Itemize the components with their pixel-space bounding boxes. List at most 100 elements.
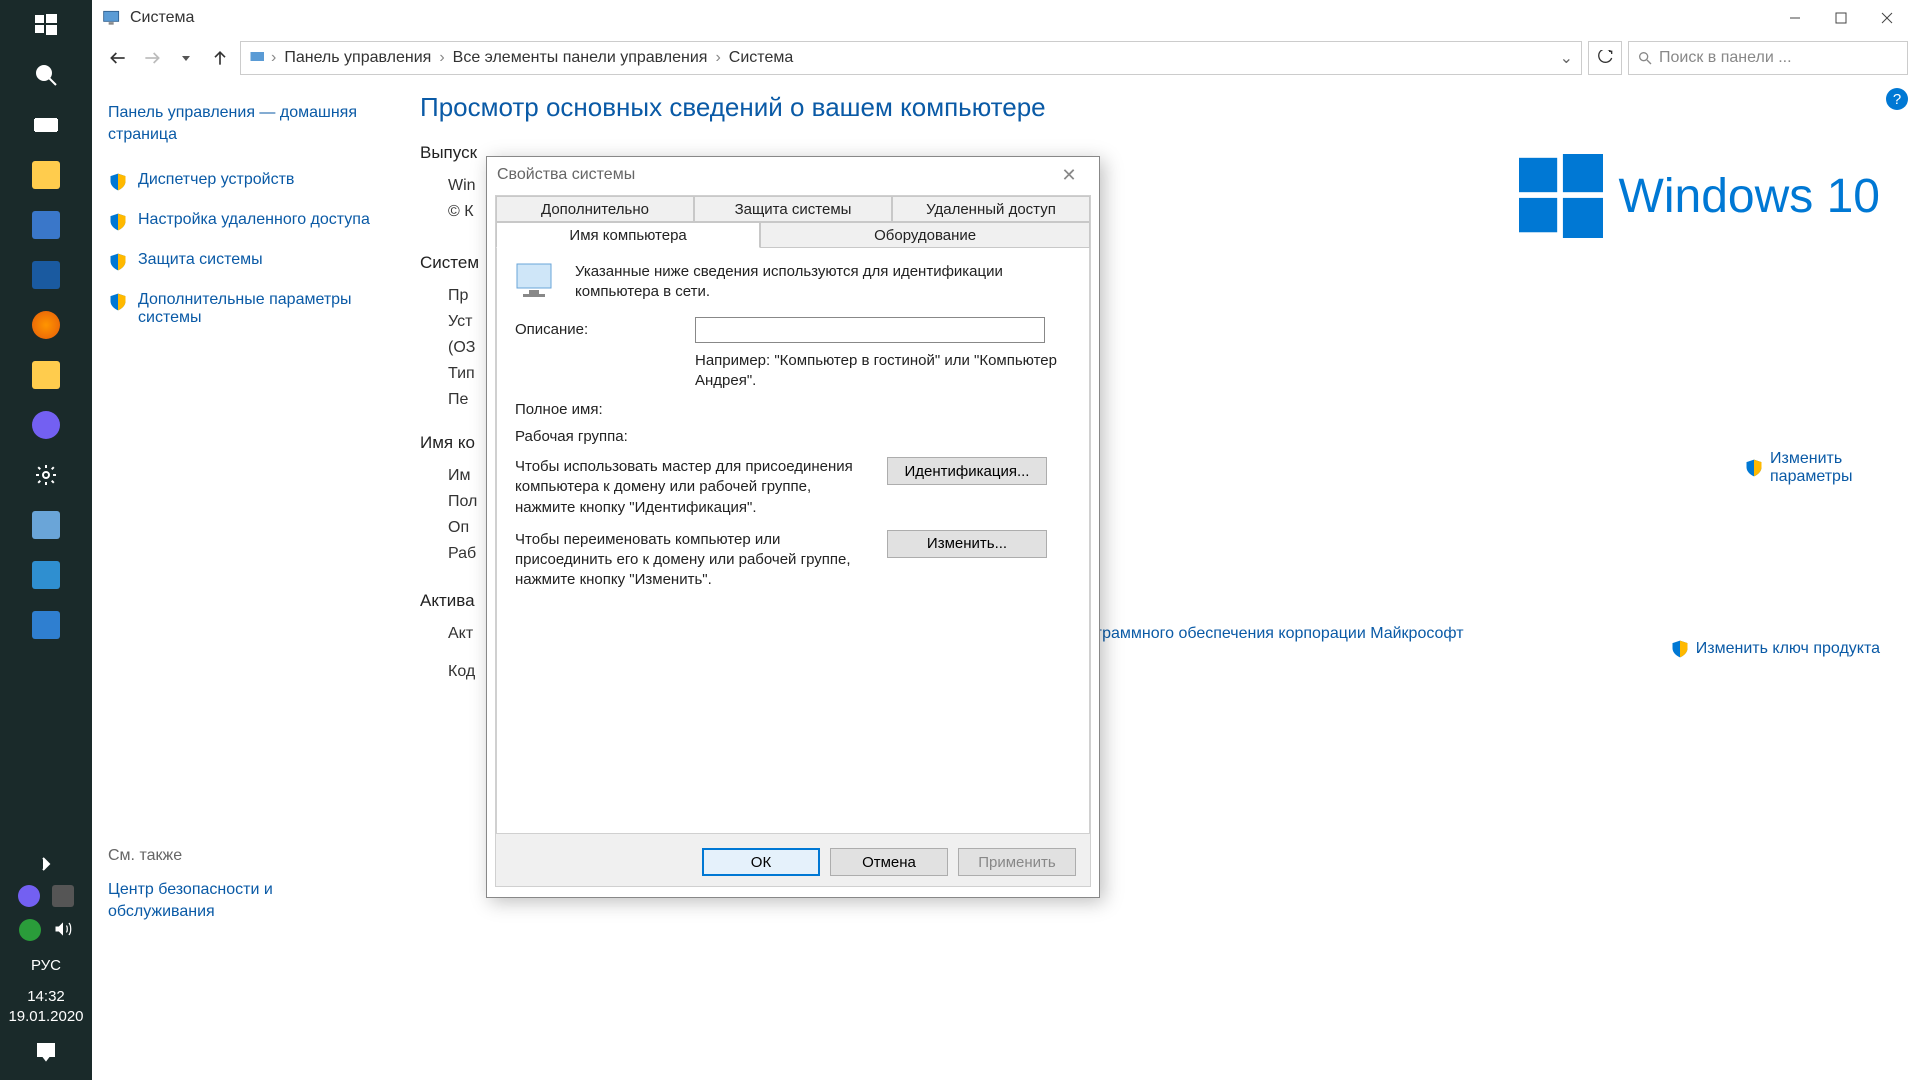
shield-icon: [108, 251, 128, 273]
sidebar-device-manager[interactable]: Диспетчер устройств: [108, 171, 374, 193]
page-title: Просмотр основных сведений о вашем компь…: [420, 92, 1890, 123]
maximize-button[interactable]: [1818, 3, 1864, 33]
minimize-button[interactable]: [1772, 3, 1818, 33]
dialog-tabsheet: Дополнительно Защита системы Удаленный д…: [495, 195, 1091, 887]
tab-remote[interactable]: Удаленный доступ: [892, 196, 1090, 222]
device-icon: [32, 511, 60, 539]
toolbar: › Панель управления › Все элементы панел…: [92, 36, 1920, 80]
tray-viber-icon[interactable]: [18, 885, 40, 907]
dialog-close-button[interactable]: ✕: [1049, 160, 1089, 190]
act-label: Акт: [448, 625, 473, 643]
taskbar-app-taskmgr[interactable]: [0, 550, 92, 600]
system-icon: [32, 611, 60, 639]
change-button[interactable]: Изменить...: [887, 530, 1047, 558]
sidebar-advanced[interactable]: Дополнительные параметры системы: [108, 291, 374, 327]
sidebar-protection[interactable]: Защита системы: [108, 251, 374, 273]
tab-advanced[interactable]: Дополнительно: [496, 196, 694, 222]
address-bar[interactable]: › Панель управления › Все элементы панел…: [240, 41, 1582, 75]
tray-utorrent-icon[interactable]: [19, 919, 41, 941]
folder2-icon: [32, 361, 60, 389]
forward-button[interactable]: [138, 44, 166, 72]
breadcrumb-l1[interactable]: Все элементы панели управления: [449, 49, 712, 67]
tab-row-front: Имя компьютера Оборудование: [496, 222, 1090, 248]
tray-row-1: [18, 879, 74, 913]
start-button[interactable]: [0, 0, 92, 50]
taskbar-app-remote[interactable]: [0, 200, 92, 250]
sidebar-home-link[interactable]: Панель управления — домашняя страница: [108, 102, 374, 147]
sidebar-remote[interactable]: Настройка удаленного доступа: [108, 211, 374, 233]
refresh-icon: [1597, 50, 1613, 66]
breadcrumb-root[interactable]: Панель управления: [280, 49, 435, 67]
taskbar-app-settings[interactable]: [0, 450, 92, 500]
clock-time: 14:32: [8, 987, 83, 1007]
cancel-button[interactable]: Отмена: [830, 848, 948, 876]
taskbar-app-firefox[interactable]: [0, 300, 92, 350]
tray-volume-icon[interactable]: [53, 919, 73, 944]
arrow-right-icon: [142, 48, 162, 68]
pen-label: Пе: [448, 391, 468, 409]
breadcrumb-sep: ›: [435, 49, 448, 67]
taskbar-app-files[interactable]: [0, 350, 92, 400]
arrow-up-icon: [210, 48, 230, 68]
taskbar-app-disk[interactable]: [0, 250, 92, 300]
name-label: Им: [448, 467, 471, 485]
ram-label: Уст: [448, 313, 472, 331]
search-input[interactable]: Поиск в панели ...: [1628, 41, 1908, 75]
tray-slack-icon[interactable]: [52, 885, 74, 907]
back-button[interactable]: [104, 44, 132, 72]
speaker-icon: [53, 919, 73, 939]
change-key-link[interactable]: Изменить ключ продукта: [1670, 638, 1880, 660]
task-view-button[interactable]: [0, 100, 92, 150]
identification-button[interactable]: Идентификация...: [887, 457, 1047, 485]
breadcrumb-sep: ›: [267, 49, 280, 67]
show-hidden-tray[interactable]: [34, 849, 58, 879]
system-app-icon: [102, 8, 122, 28]
floppy-icon: [32, 261, 60, 289]
action-center-button[interactable]: [34, 1032, 58, 1072]
taskbar-app-viber[interactable]: [0, 400, 92, 450]
help-button[interactable]: ?: [1886, 88, 1908, 110]
recent-button[interactable]: [172, 44, 200, 72]
full-label: Пол: [448, 493, 477, 511]
tab-protection[interactable]: Защита системы: [694, 196, 892, 222]
dialog-titlebar[interactable]: Свойства системы ✕: [487, 157, 1099, 193]
change-params-link[interactable]: Изменить параметры: [1744, 450, 1880, 486]
sidebar-item-label: Настройка удаленного доступа: [138, 211, 370, 229]
chevron-down-icon: [180, 52, 192, 64]
copyright-partial: © К: [448, 203, 474, 221]
window-title: Система: [130, 9, 194, 27]
taskmgr-icon: [32, 561, 60, 589]
taskbar-app-explorer[interactable]: [0, 150, 92, 200]
breadcrumb-dropdown[interactable]: ⌄: [1560, 48, 1573, 68]
fullname-label: Полное имя:: [515, 401, 1071, 418]
shield-icon: [1744, 457, 1764, 479]
taskbar-app-system[interactable]: [0, 600, 92, 650]
up-button[interactable]: [206, 44, 234, 72]
taskbar-language[interactable]: РУС: [31, 950, 61, 982]
product-label: Код: [448, 663, 475, 681]
windows-logo-text: Windows 10: [1619, 169, 1880, 224]
breadcrumb-l2[interactable]: Система: [725, 49, 797, 67]
ok-button[interactable]: ОК: [702, 848, 820, 876]
close-button[interactable]: [1864, 3, 1910, 33]
see-also-heading: См. также: [108, 847, 374, 865]
search-button[interactable]: [0, 50, 92, 100]
taskbar-app-device[interactable]: [0, 500, 92, 550]
sidebar: Панель управления — домашняя страница Ди…: [92, 82, 390, 1080]
description-input[interactable]: [695, 317, 1045, 343]
taskbar-clock[interactable]: 14:32 19.01.2020: [8, 981, 83, 1032]
notification-icon: [34, 1040, 58, 1064]
sidebar-item-label: Дополнительные параметры системы: [138, 291, 374, 327]
see-also-security[interactable]: Центр безопасности и обслуживания: [108, 879, 374, 924]
refresh-button[interactable]: [1588, 41, 1622, 75]
arrow-left-icon: [108, 48, 128, 68]
tab-computer-name[interactable]: Имя компьютера: [496, 222, 760, 248]
windows-logo-icon: [1519, 154, 1603, 238]
clock-date: 19.01.2020: [8, 1007, 83, 1027]
apply-button[interactable]: Применить: [958, 848, 1076, 876]
shield-icon: [108, 211, 128, 233]
breadcrumb-sep: ›: [711, 49, 724, 67]
tab-hardware[interactable]: Оборудование: [760, 222, 1090, 248]
taskbar: РУС 14:32 19.01.2020: [0, 0, 92, 1080]
sidebar-item-label: Защита системы: [138, 251, 263, 269]
